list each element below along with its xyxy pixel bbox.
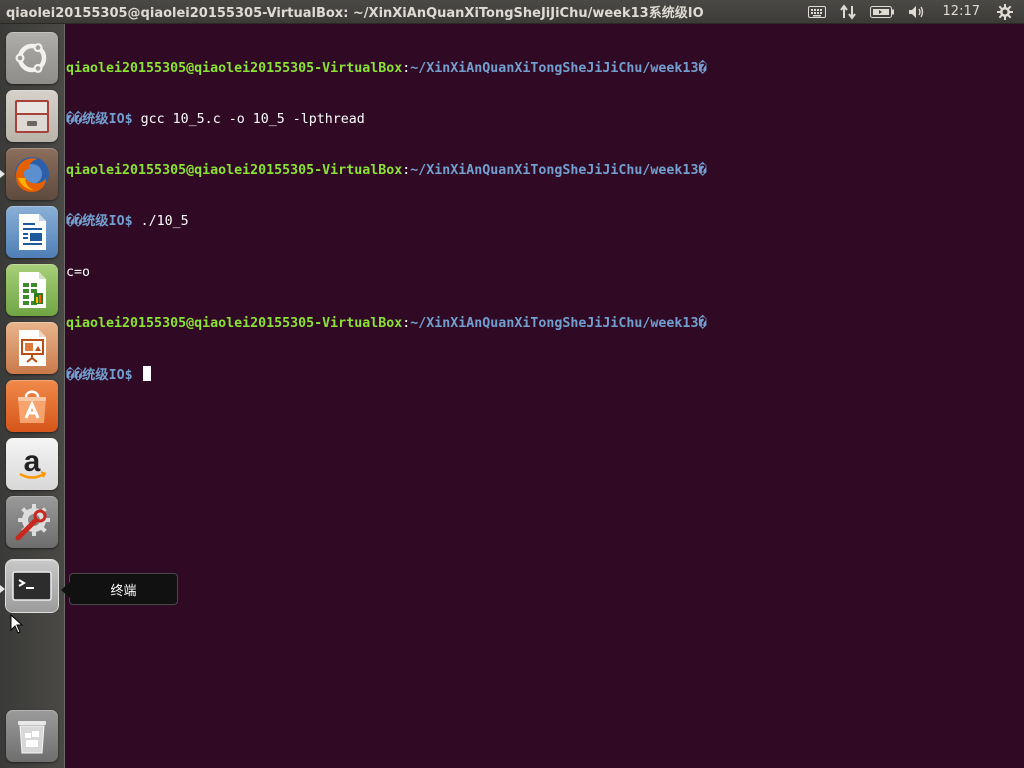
impress-presentation-icon xyxy=(19,330,46,366)
launcher-libreoffice-calc[interactable] xyxy=(6,264,58,316)
terminal-line: c=o xyxy=(66,264,1024,281)
wrench-gear-icon xyxy=(15,504,50,541)
prompt-path: ~/XinXiAnQuanXiTongSheJiJiChu/week13� xyxy=(410,316,707,331)
calc-spreadsheet-icon xyxy=(19,272,46,308)
window-title: qiaolei20155305@qiaolei20155305-VirtualB… xyxy=(6,6,704,21)
terminal-output[interactable]: qiaolei20155305@qiaolei20155305-VirtualB… xyxy=(66,24,1024,768)
text-cursor xyxy=(142,366,151,381)
running-indicator xyxy=(0,170,5,178)
ubuntu-logo-icon xyxy=(15,43,47,73)
launcher-terminal[interactable] xyxy=(6,560,58,612)
terminal-line: ��统级IO$ gcc 10_5.c -o 10_5 -lpthread xyxy=(66,111,1024,128)
launcher-ubuntu-software[interactable] xyxy=(6,380,58,432)
launcher-libreoffice-writer[interactable] xyxy=(6,206,58,258)
svg-text:a: a xyxy=(24,445,41,478)
terminal-icon xyxy=(12,571,52,601)
prompt-user-host: qiaolei20155305@qiaolei20155305-VirtualB… xyxy=(66,61,403,76)
trash-icon xyxy=(18,721,46,754)
clock[interactable]: 12:17 xyxy=(933,4,990,19)
launcher-firefox[interactable] xyxy=(6,148,58,200)
prompt-user-host: qiaolei20155305@qiaolei20155305-VirtualB… xyxy=(66,163,403,178)
shopping-bag-icon xyxy=(18,390,46,423)
prompt-path-continuation: ��统级IO$ xyxy=(66,368,141,383)
terminal-line: qiaolei20155305@qiaolei20155305-VirtualB… xyxy=(66,60,1024,77)
terminal-line: ��统级IO$ ./10_5 xyxy=(66,213,1024,230)
launcher-libreoffice-impress[interactable] xyxy=(6,322,58,374)
launcher-system-settings[interactable] xyxy=(6,496,58,548)
file-cabinet-icon xyxy=(15,100,49,133)
network-icon[interactable] xyxy=(833,0,863,24)
launcher-tooltip: 终端 xyxy=(61,573,178,605)
terminal-line: ��统级IO$ xyxy=(66,366,1024,383)
prompt-path: ~/XinXiAnQuanXiTongSheJiJiChu/week13� xyxy=(410,61,707,76)
launcher-amazon[interactable]: a xyxy=(6,438,58,490)
volume-icon[interactable] xyxy=(901,0,933,24)
launcher-dash-home[interactable] xyxy=(6,32,58,84)
terminal-line: qiaolei20155305@qiaolei20155305-VirtualB… xyxy=(66,162,1024,179)
prompt-path: ~/XinXiAnQuanXiTongSheJiJiChu/week13� xyxy=(410,163,707,178)
keyboard-icon[interactable] xyxy=(801,0,833,24)
indicator-area: 12:17 xyxy=(801,0,1024,24)
writer-document-icon xyxy=(19,214,46,250)
command-text: gcc 10_5.c -o 10_5 -lpthread xyxy=(140,112,365,127)
prompt-path-continuation: ��统级IO$ xyxy=(66,112,141,127)
command-text: ./10_5 xyxy=(140,214,189,229)
mouse-pointer-icon xyxy=(10,614,24,634)
terminal-line: qiaolei20155305@qiaolei20155305-VirtualB… xyxy=(66,315,1024,332)
top-panel: qiaolei20155305@qiaolei20155305-VirtualB… xyxy=(0,0,1024,24)
prompt-user-host: qiaolei20155305@qiaolei20155305-VirtualB… xyxy=(66,316,403,331)
prompt-path-continuation: ��统级IO$ xyxy=(66,214,141,229)
battery-icon[interactable] xyxy=(863,0,901,24)
firefox-icon xyxy=(15,157,49,192)
program-output: c=o xyxy=(66,265,91,280)
amazon-icon: a xyxy=(19,445,47,479)
running-indicator xyxy=(0,585,5,593)
launcher: a xyxy=(0,24,65,768)
launcher-trash[interactable] xyxy=(6,710,58,762)
settings-gear-icon[interactable] xyxy=(990,0,1020,24)
launcher-files[interactable] xyxy=(6,90,58,142)
